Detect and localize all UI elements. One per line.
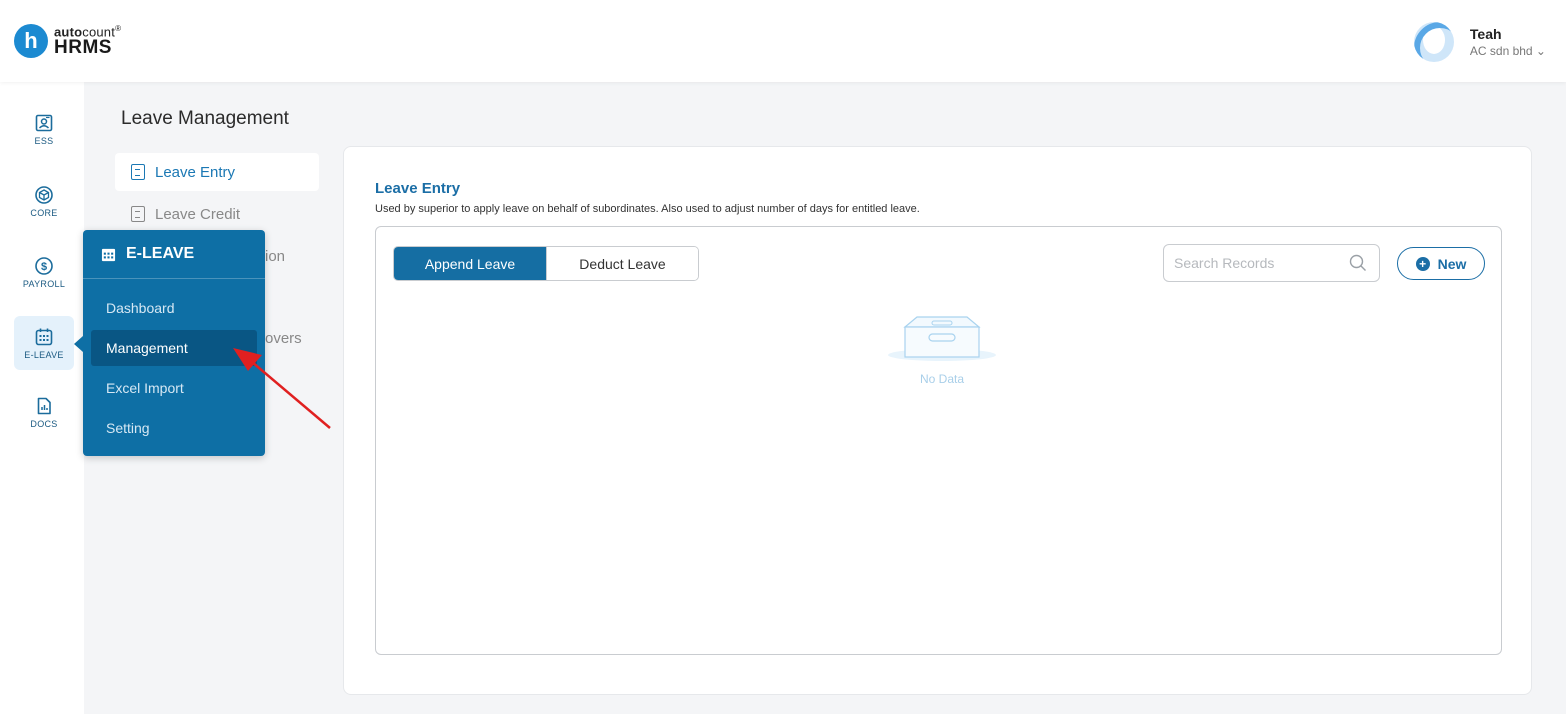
top-bar: h autocount® HRMS Teah AC sdn bhd ⌄ (0, 0, 1566, 82)
empty-state: No Data (882, 315, 1002, 386)
page-title: Leave Management (121, 108, 289, 129)
logo-icon: h (14, 24, 48, 58)
document-chart-icon (37, 397, 51, 414)
card-title: Leave Entry (375, 180, 461, 197)
rail-label-payroll: PAYROLL (22, 278, 66, 289)
flyout-title: E-LEAVE (126, 245, 195, 262)
rail-item-docs[interactable]: DOCS (14, 385, 74, 439)
menu-item-management[interactable]: Management (91, 330, 257, 366)
subnav-item-leave-credit[interactable]: Leave Credit (115, 195, 319, 233)
search-icon[interactable] (1349, 254, 1367, 272)
menu-item-dashboard[interactable]: Dashboard (91, 290, 257, 326)
logo-brand: autocount® (54, 23, 122, 38)
calendar-icon (35, 328, 53, 345)
tab-append-leave[interactable]: Append Leave (394, 247, 546, 280)
rail-label-ess: ESS (34, 135, 54, 146)
logo-mark: ® (115, 23, 122, 33)
rail-label-docs: DOCS (30, 418, 58, 429)
rail-item-e-leave[interactable]: E-LEAVE (14, 316, 74, 370)
menu-item-setting[interactable]: Setting (91, 410, 257, 446)
tab-deduct-leave[interactable]: Deduct Leave (546, 247, 698, 280)
autocount-hrms-logo[interactable]: h autocount® HRMS (14, 24, 121, 58)
leave-type-toggle: Append Leave Deduct Leave (393, 246, 699, 281)
subnav-item-leave-entry[interactable]: Leave Entry (115, 153, 319, 191)
document-icon (131, 206, 145, 222)
logo-text: autocount® HRMS (54, 23, 122, 59)
user-name: Teah (1469, 26, 1502, 42)
user-menu[interactable]: Teah AC sdn bhd ⌄ (1413, 22, 1546, 62)
calendar-icon (101, 248, 116, 261)
dollar-icon: $ (35, 256, 53, 275)
subnav-label: Leave Entry (155, 163, 236, 181)
flyout-header: E-LEAVE (83, 230, 265, 279)
leave-entry-card: Leave Entry Used by superior to apply le… (343, 146, 1532, 695)
avatar[interactable] (1413, 22, 1454, 62)
rail-label-core: CORE (30, 207, 58, 218)
rail-item-core[interactable]: CORE (14, 174, 74, 228)
rail-item-payroll[interactable]: $ PAYROLL (14, 245, 74, 299)
rail-item-ess[interactable]: ESS (14, 102, 74, 156)
ess-icon (35, 114, 53, 131)
subnav-label: overs (265, 329, 302, 347)
plus-circle-icon: + (1415, 256, 1430, 271)
subnav-label: Leave Credit (155, 205, 241, 223)
rail-label-e-leave: E-LEAVE (24, 349, 64, 360)
logo-product: HRMS (54, 37, 112, 59)
search-input[interactable] (1174, 245, 1344, 281)
search-box (1163, 244, 1380, 282)
menu-item-excel-import[interactable]: Excel Import (91, 370, 257, 406)
new-button-label: New (1437, 255, 1467, 272)
svg-text:$: $ (41, 261, 47, 273)
module-rail: ESS CORE $ PAYROLL E-LEAVE DOCS (0, 82, 84, 714)
empty-text: No Data (919, 372, 965, 386)
cube-icon (35, 185, 53, 204)
records-panel: Append Leave Deduct Leave + New No Data (375, 226, 1502, 655)
empty-box-icon (888, 316, 996, 361)
rail-active-pointer (74, 336, 83, 352)
company-selector[interactable]: AC sdn bhd ⌄ (1470, 44, 1546, 58)
card-description: Used by superior to apply leave on behal… (375, 203, 920, 215)
document-icon (131, 164, 145, 180)
e-leave-flyout-menu: E-LEAVE Dashboard Management Excel Impor… (83, 230, 265, 456)
subnav-label: ion (265, 247, 286, 265)
new-button[interactable]: + New (1397, 247, 1485, 280)
